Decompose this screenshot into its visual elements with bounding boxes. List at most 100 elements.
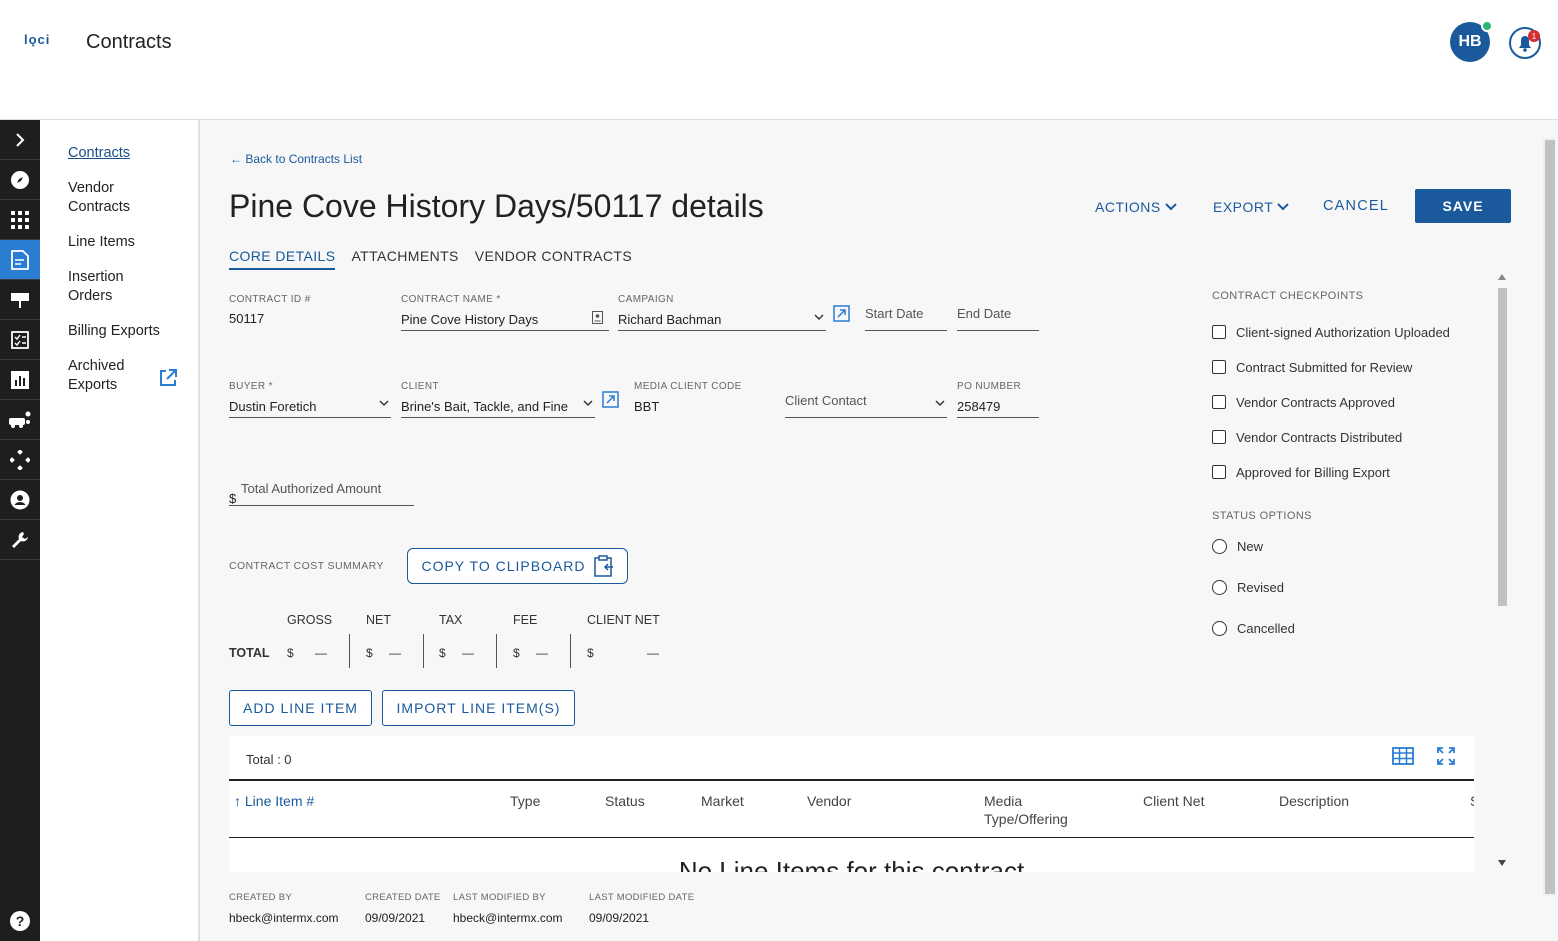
contract-id-value: 50117 (229, 311, 265, 326)
checkpoint-submitted-for-review[interactable]: Contract Submitted for Review (1212, 357, 1450, 377)
cancel-button[interactable]: CANCEL (1323, 198, 1389, 214)
rail-vehicles[interactable] (0, 400, 40, 440)
user-avatar[interactable]: HB (1450, 20, 1493, 62)
fullscreen-icon[interactable] (1437, 747, 1455, 765)
campaign-select[interactable]: CAMPAIGN Richard Bachman (618, 294, 826, 332)
rail-explore[interactable] (0, 160, 40, 200)
scroll-up-icon[interactable] (1498, 274, 1506, 280)
app-logo[interactable]: lǫci (24, 32, 50, 47)
currency-prefix: $ (229, 491, 237, 506)
client-contact-select[interactable]: Client Contact (785, 393, 947, 419)
net-value: — (389, 646, 401, 660)
start-date-underline (865, 330, 947, 331)
notifications-button[interactable]: 1 (1508, 26, 1542, 60)
actions-menu-button[interactable]: ACTIONS (1095, 199, 1177, 215)
page-scroll-thumb[interactable] (1545, 140, 1555, 894)
subnav-insertion-orders[interactable]: Insertion Orders (40, 268, 140, 306)
column-settings-icon[interactable] (1392, 747, 1414, 765)
details-scroll-thumb[interactable] (1498, 288, 1507, 606)
avatar-initials: HB (1458, 33, 1482, 50)
start-date-field[interactable]: Start Date (865, 306, 947, 332)
scroll-down-icon[interactable] (1498, 860, 1506, 866)
column-line-item-number[interactable]: ↑ Line Item # (234, 792, 314, 810)
rail-reports[interactable] (0, 360, 40, 400)
rail-contracts[interactable] (0, 240, 40, 280)
po-number-field[interactable]: PO NUMBER 258479 (957, 381, 1039, 419)
subnav-line-items[interactable]: Line Items (40, 233, 198, 252)
column-status[interactable]: Status (605, 792, 645, 810)
cost-separator (349, 634, 350, 668)
buyer-label: BUYER * (229, 381, 273, 392)
contract-id-label: CONTRACT ID # (229, 294, 311, 305)
checkbox[interactable] (1212, 430, 1226, 444)
tab-attachments[interactable]: ATTACHMENTS (351, 248, 458, 270)
status-option-revised[interactable]: Revised (1212, 577, 1450, 597)
end-date-placeholder: End Date (957, 306, 1012, 321)
checkbox[interactable] (1212, 360, 1226, 374)
open-campaign-icon[interactable] (833, 305, 850, 322)
subnav-billing-exports[interactable]: Billing Exports (40, 322, 198, 341)
tab-vendor-contracts[interactable]: VENDOR CONTRACTS (475, 248, 632, 270)
total-authorized-amount-field[interactable]: $ Total Authorized Amount (229, 481, 414, 507)
rail-integrations[interactable] (0, 440, 40, 480)
column-media-type[interactable]: Media Type/Offering (984, 792, 1094, 828)
buyer-select[interactable]: BUYER * Dustin Foretich (229, 381, 391, 419)
back-to-list-link[interactable]: ← Back to Contracts List (230, 152, 362, 166)
clipboard-icon (593, 555, 613, 577)
chevron-down-icon (379, 400, 389, 407)
checkpoint-authorization-uploaded[interactable]: Client-signed Authorization Uploaded (1212, 322, 1450, 342)
add-line-item-button[interactable]: ADD LINE ITEM (229, 690, 372, 726)
checkpoint-vendor-distributed[interactable]: Vendor Contracts Distributed (1212, 427, 1450, 447)
export-menu-button[interactable]: EXPORT (1213, 199, 1290, 215)
end-date-field[interactable]: End Date (957, 306, 1039, 332)
cost-row-label: TOTAL (229, 646, 270, 660)
po-number-value: 258479 (957, 399, 1001, 414)
grid-icon (11, 210, 29, 229)
column-truncated[interactable]: S (1470, 792, 1474, 810)
radio-button[interactable] (1212, 538, 1227, 554)
status-option-new[interactable]: New (1212, 536, 1450, 556)
column-client-net[interactable]: Client Net (1143, 792, 1204, 810)
checkbox[interactable] (1212, 325, 1226, 339)
sort-arrow-up-icon: ↑ (234, 793, 241, 809)
subnav-vendor-contracts[interactable]: Vendor Contracts (40, 179, 150, 217)
tab-core-details[interactable]: CORE DETAILS (229, 248, 336, 270)
column-type[interactable]: Type (510, 792, 540, 810)
checkbox[interactable] (1212, 395, 1226, 409)
subnav-archived-exports[interactable]: Archived Exports (40, 357, 140, 395)
column-vendor[interactable]: Vendor (807, 792, 851, 810)
client-select[interactable]: CLIENT Brine's Bait, Tackle, and Fine (401, 381, 595, 419)
copy-to-clipboard-button[interactable]: COPY TO CLIPBOARD (407, 548, 628, 584)
rail-expand-button[interactable] (0, 120, 40, 160)
import-line-items-button[interactable]: IMPORT LINE ITEM(S) (382, 690, 575, 726)
checkbox[interactable] (1212, 465, 1226, 479)
chevron-right-icon (16, 132, 25, 147)
last-modified-date-label: LAST MODIFIED DATE (589, 892, 695, 903)
column-description[interactable]: Description (1279, 792, 1349, 810)
help-button[interactable]: ? (0, 905, 40, 937)
client-value: Brine's Bait, Tackle, and Fine (401, 399, 568, 414)
vehicle-icon (9, 411, 31, 428)
billboard-icon (11, 292, 29, 308)
radio-button[interactable] (1212, 620, 1227, 636)
rail-tools[interactable] (0, 520, 40, 560)
subnav-contracts[interactable]: Contracts (40, 144, 198, 163)
status-option-cancelled[interactable]: Cancelled (1212, 618, 1450, 638)
external-link-icon[interactable] (158, 368, 178, 388)
rail-inventory[interactable] (0, 280, 40, 320)
rail-apps[interactable] (0, 200, 40, 240)
open-client-icon[interactable] (602, 391, 619, 408)
checkpoint-vendor-approved[interactable]: Vendor Contracts Approved (1212, 392, 1450, 412)
contact-card-icon (592, 311, 603, 324)
chevron-down-icon (583, 400, 593, 407)
rail-tasks[interactable] (0, 320, 40, 360)
save-button[interactable]: SAVE (1415, 189, 1511, 223)
contract-name-field[interactable]: CONTRACT NAME * Pine Cove History Days (401, 294, 609, 332)
client-net-value: — (647, 646, 659, 660)
radio-button[interactable] (1212, 579, 1227, 595)
po-number-label: PO NUMBER (957, 381, 1022, 392)
column-market[interactable]: Market (701, 792, 744, 810)
created-by-value: hbeck@intermx.com (229, 911, 339, 925)
rail-profile[interactable] (0, 480, 40, 520)
checkpoint-billing-export-approved[interactable]: Approved for Billing Export (1212, 462, 1450, 482)
